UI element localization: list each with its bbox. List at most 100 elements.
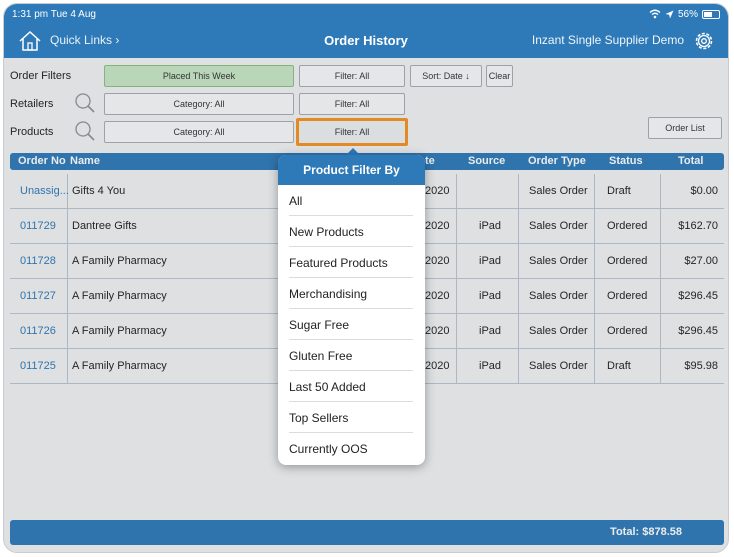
column-divider xyxy=(518,314,519,349)
order-list-button[interactable]: Order List xyxy=(648,117,722,139)
order-filter-button[interactable]: Filter: All xyxy=(299,65,405,87)
column-divider xyxy=(67,349,68,384)
cell-order-no: 011725 xyxy=(20,360,56,372)
column-divider xyxy=(594,279,595,314)
cell-date: 2020 xyxy=(425,220,450,232)
column-divider xyxy=(67,314,68,349)
popover-option[interactable]: Top Sellers xyxy=(278,402,425,433)
column-divider xyxy=(67,209,68,244)
cell-order-no: 011729 xyxy=(20,220,56,232)
product-category-button[interactable]: Category: All xyxy=(104,121,294,143)
cell-source: iPad xyxy=(479,325,502,337)
cell-order-type: Sales Order xyxy=(529,185,588,197)
popover-option[interactable]: Currently OOS xyxy=(278,433,425,464)
product-filter-popover: Product Filter By All New Products Feature… xyxy=(278,155,425,465)
column-divider xyxy=(660,314,661,349)
company-name: Inzant Single Supplier Demo xyxy=(531,33,684,47)
popover-option[interactable]: Merchandising xyxy=(278,278,425,309)
sort-date-button[interactable]: Sort: Date ↓ xyxy=(410,65,482,87)
product-search-icon[interactable] xyxy=(74,120,96,142)
cell-order-no: Unassig... xyxy=(20,185,69,197)
column-divider xyxy=(456,314,457,349)
col-status[interactable]: Status xyxy=(609,155,643,167)
col-total[interactable]: Total xyxy=(678,155,703,167)
cell-total: $162.70 xyxy=(678,220,718,232)
column-divider xyxy=(660,279,661,314)
column-divider xyxy=(518,244,519,279)
retailer-search-icon[interactable] xyxy=(74,92,96,114)
popover-option[interactable]: All xyxy=(278,185,425,216)
cell-order-type: Sales Order xyxy=(529,220,588,232)
cell-total: $95.98 xyxy=(684,360,718,372)
clear-button[interactable]: Clear xyxy=(486,65,513,87)
cell-name: A Family Pharmacy xyxy=(72,360,167,372)
cell-total: $296.45 xyxy=(678,290,718,302)
cell-date: 2020 xyxy=(425,185,450,197)
col-name[interactable]: Name xyxy=(70,155,100,167)
cell-order-no: 011726 xyxy=(20,325,56,337)
col-order-no[interactable]: Order No xyxy=(18,155,66,167)
gear-icon[interactable] xyxy=(692,29,716,53)
column-divider xyxy=(67,244,68,279)
product-filter-button[interactable]: Filter: All xyxy=(296,118,408,146)
cell-order-no: 011727 xyxy=(20,290,56,302)
cell-name: Gifts 4 You xyxy=(72,185,126,197)
popover-option[interactable]: Featured Products xyxy=(278,247,425,278)
cell-source: iPad xyxy=(479,360,502,372)
cell-total: $296.45 xyxy=(678,325,718,337)
column-divider xyxy=(456,244,457,279)
cell-name: Dantree Gifts xyxy=(72,220,137,232)
popover-option[interactable]: New Products xyxy=(278,216,425,247)
order-filters-label: Order Filters xyxy=(10,70,72,82)
battery-percent: 56% xyxy=(677,8,698,20)
battery-level xyxy=(704,11,712,17)
popover-option[interactable]: Last 50 Added xyxy=(278,371,425,402)
popover-options: All New Products Featured Products Merchand… xyxy=(278,185,425,464)
products-label: Products xyxy=(10,126,54,138)
cell-status: Ordered xyxy=(607,255,648,267)
cell-name: A Family Pharmacy xyxy=(72,325,167,337)
column-divider xyxy=(518,209,519,244)
column-divider xyxy=(67,279,68,314)
column-divider xyxy=(594,209,595,244)
popover-option[interactable]: Sugar Free xyxy=(278,309,425,340)
column-divider xyxy=(660,174,661,209)
column-divider xyxy=(456,209,457,244)
column-divider xyxy=(456,349,457,384)
cell-total: $0.00 xyxy=(690,185,718,197)
col-source[interactable]: Source xyxy=(468,155,505,167)
cell-order-type: Sales Order xyxy=(529,325,588,337)
popover-option[interactable]: Gluten Free xyxy=(278,340,425,371)
battery-icon xyxy=(702,9,720,19)
cell-order-type: Sales Order xyxy=(529,290,588,302)
cell-source: iPad xyxy=(479,220,502,232)
cell-name: A Family Pharmacy xyxy=(72,255,167,267)
app-window: 1:31 pm Tue 4 Aug 56% Quick Links › Orde… xyxy=(3,3,729,553)
popover-title: Product Filter By xyxy=(278,155,425,185)
wifi-icon xyxy=(649,9,661,19)
retailer-category-button[interactable]: Category: All xyxy=(104,93,294,115)
quick-links-button[interactable]: Quick Links › xyxy=(50,33,119,47)
home-icon[interactable] xyxy=(18,29,42,53)
cell-status: Draft xyxy=(607,185,631,197)
retailers-label: Retailers xyxy=(10,98,54,110)
location-arrow-icon xyxy=(665,10,674,18)
column-divider xyxy=(594,174,595,209)
cell-date: 2020 xyxy=(425,360,450,372)
col-date[interactable]: te xyxy=(425,155,435,167)
column-divider xyxy=(594,314,595,349)
column-divider xyxy=(518,349,519,384)
col-order-type[interactable]: Order Type xyxy=(528,155,586,167)
column-divider xyxy=(660,209,661,244)
cell-date: 2020 xyxy=(425,255,450,267)
retailer-filter-button[interactable]: Filter: All xyxy=(299,93,405,115)
cell-date: 2020 xyxy=(425,325,450,337)
cell-source: iPad xyxy=(479,255,502,267)
column-divider xyxy=(518,279,519,314)
cell-order-no: 011728 xyxy=(20,255,56,267)
column-divider xyxy=(594,244,595,279)
column-divider xyxy=(660,244,661,279)
placed-this-week-button[interactable]: Placed This Week xyxy=(104,65,294,87)
column-divider xyxy=(660,349,661,384)
column-divider xyxy=(456,279,457,314)
